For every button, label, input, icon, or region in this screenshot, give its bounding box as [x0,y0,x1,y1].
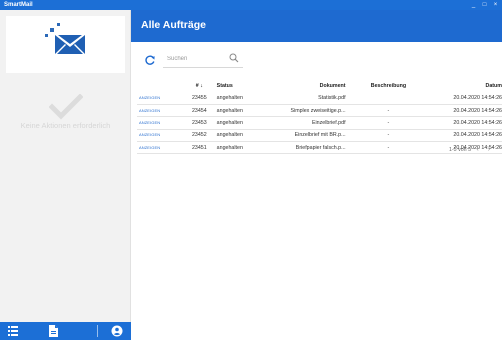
cell-description: - [347,116,430,130]
sidebar-footer [0,322,131,340]
pagination-range: 1-5 von 5 [448,147,472,153]
table-row: ANZEIGEN 23454 angehalten Simplex zweise… [137,104,502,118]
cell-nr: 23455 [184,92,215,105]
show-order-link[interactable]: ANZEIGEN [139,108,160,113]
envelope-logo-icon [45,23,85,54]
page-header: Alle Aufträge [131,10,502,42]
window-controls: _ □ × [470,0,499,10]
refresh-icon[interactable] [144,54,156,66]
pagination: 1-5 von 5 ‹ › [131,146,494,156]
cell-document: Einzelbrief.pdf [273,116,348,130]
table-row: ANZEIGEN 23452 angehalten Einzelbrief mi… [137,129,502,143]
column-header-description[interactable]: Beschreibung [348,80,430,92]
column-header-document[interactable]: Dokument [274,80,348,92]
cell-status: angehalten [214,92,274,105]
column-header-nr[interactable]: # ↓ [184,80,215,92]
logo-panel [6,16,125,73]
search-box [163,50,243,68]
table-row: ANZEIGEN 23453 angehalten Einzelbrief.pd… [137,116,502,130]
column-header-date[interactable]: Datum [429,80,502,92]
app-title: SmartMail [4,2,33,8]
show-order-link[interactable]: ANZEIGEN [139,120,160,125]
show-order-link[interactable]: ANZEIGEN [139,95,160,100]
orders-table: # ↓ Status Dokument Beschreibung Datum A… [137,80,502,155]
footer-divider [97,325,98,337]
column-header-status[interactable]: Status [215,80,274,92]
cell-document: Simplex zweiseitige.p... [273,104,348,118]
cell-description: - [347,104,430,118]
documents-button[interactable] [42,322,64,340]
previous-page-button[interactable]: ‹ [473,146,483,153]
cell-status: angehalten [214,104,274,118]
orders-list-button[interactable] [2,322,24,340]
toolbar [131,50,502,70]
cell-status: angehalten [214,129,274,143]
cell-document: Einzelbrief mit BR.p... [273,129,348,143]
cell-date: 20.04.2020 14:54:26 [429,116,502,130]
user-account-icon [111,325,123,337]
cell-date: 20.04.2020 14:54:26 [429,129,502,143]
empty-actions-text: Keine Aktionen erforderlich [20,121,111,130]
checkmark-icon [48,94,83,120]
table-row: ANZEIGEN 23455 angehalten Statistik.pdf … [137,92,502,105]
cell-description [347,92,430,105]
cell-nr: 23452 [184,129,215,143]
search-input[interactable] [167,53,225,65]
cell-date: 20.04.2020 14:54:26 [429,104,502,118]
table-header-row: # ↓ Status Dokument Beschreibung Datum [137,80,502,92]
page-title: Alle Aufträge [141,19,206,31]
close-button[interactable]: × [492,0,499,10]
main-panel: Alle Aufträge # ↓ Status Dokument Beschr… [131,10,502,340]
document-icon [49,325,58,337]
title-bar: SmartMail _ □ × [0,0,502,10]
show-order-link[interactable]: ANZEIGEN [139,132,160,137]
account-button[interactable] [106,322,128,340]
sidebar: Keine Aktionen erforderlich [0,10,131,340]
minimize-button[interactable]: _ [470,0,477,10]
maximize-button[interactable]: □ [481,0,488,10]
cell-date: 20.04.2020 14:54:26 [429,92,502,105]
cell-document: Statistik.pdf [273,92,348,105]
column-header-action [137,80,184,92]
cell-description: - [347,129,430,143]
cell-nr: 23454 [184,104,215,118]
list-icon [8,326,18,336]
cell-nr: 23453 [184,116,215,130]
search-icon[interactable] [229,53,239,63]
cell-status: angehalten [214,116,274,130]
empty-actions-state: Keine Aktionen erforderlich [0,94,131,130]
next-page-button[interactable]: › [484,146,494,153]
